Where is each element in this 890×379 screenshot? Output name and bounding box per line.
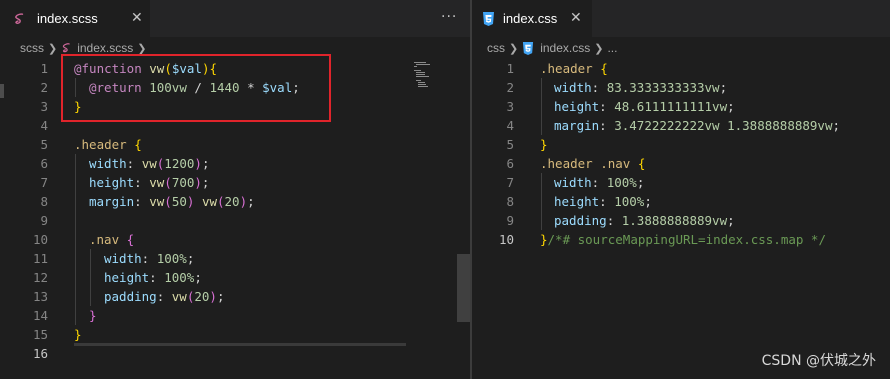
tab-bar: index.scss ✕ ···	[0, 0, 470, 37]
chevron-right-icon: ❯	[48, 42, 58, 55]
breadcrumb-folder[interactable]: css	[487, 41, 505, 55]
code-line: 11 width: 100%;	[32, 251, 195, 266]
css3-icon	[482, 11, 495, 26]
chevron-right-icon: ❯	[137, 42, 147, 55]
code-line: 4 margin: 3.4722222222vw 1.3888888889vw;	[506, 118, 840, 133]
code-line: 7 width: 100%;	[506, 175, 645, 190]
more-actions-icon[interactable]: ···	[441, 9, 457, 25]
code-line: 7 height: vw(700);	[40, 175, 210, 190]
code-line: 10}/*# sourceMappingURL=index.css.map */	[498, 232, 826, 247]
close-icon[interactable]: ✕	[131, 10, 143, 26]
tab-bar: index.css ✕	[472, 0, 890, 37]
tab-index-css[interactable]: index.css ✕	[472, 0, 592, 37]
code-line: 2 width: 83.3333333333vw;	[506, 80, 728, 95]
code-line: 16	[32, 346, 48, 361]
code-line: 9 padding: 1.3888888889vw;	[506, 213, 735, 228]
code-line: 3 height: 48.6111111111vw;	[506, 99, 735, 114]
css3-icon	[522, 41, 534, 55]
code-line: 12 height: 100%;	[32, 270, 202, 285]
chevron-right-icon: ❯	[594, 42, 604, 55]
code-line: 8 margin: vw(50) vw(20);	[40, 194, 255, 209]
sass-icon	[61, 42, 73, 54]
breadcrumb-file[interactable]: index.scss	[77, 41, 133, 55]
code-line: 9	[40, 213, 48, 228]
vertical-scrollbar[interactable]	[877, 59, 890, 379]
minimap[interactable]	[414, 62, 430, 92]
close-icon[interactable]: ✕	[570, 10, 582, 26]
code-line: 13 padding: vw(20);	[32, 289, 225, 304]
sass-icon	[13, 11, 27, 25]
code-line: 10 .nav {	[32, 232, 135, 247]
code-line: 6 width: vw(1200);	[40, 156, 210, 171]
tab-label: index.css	[503, 11, 558, 26]
highlight-box	[61, 54, 331, 122]
horizontal-scrollbar[interactable]	[74, 343, 406, 346]
code-line: 15}	[32, 327, 82, 342]
code-line: 1 .header {	[506, 61, 608, 76]
breadcrumb-folder[interactable]: scss	[20, 41, 44, 55]
chevron-right-icon: ❯	[509, 42, 519, 55]
code-line: 8 height: 100%;	[506, 194, 652, 209]
code-line: 5 .header {	[40, 137, 142, 152]
code-line: 6 .header .nav {	[506, 156, 646, 171]
code-line: 5}	[506, 137, 548, 152]
code-line: 14}	[32, 308, 97, 323]
breadcrumb: css ❯ index.css ❯ ...	[472, 37, 890, 59]
vertical-scrollbar[interactable]	[457, 59, 470, 379]
breadcrumb-file[interactable]: index.css	[540, 41, 590, 55]
scss-editor-pane[interactable]: index.scss ✕ ··· scss ❯ index.scss ❯ 1 @f…	[0, 0, 470, 379]
tab-label: index.scss	[37, 11, 98, 26]
watermark-text: CSDN @伏城之外	[761, 353, 876, 369]
scrollbar-thumb[interactable]	[457, 254, 470, 322]
breadcrumb-symbol[interactable]: ...	[607, 41, 617, 55]
css-editor-pane[interactable]: index.css ✕ css ❯ index.css ❯ ... 1 .head…	[472, 0, 890, 379]
tab-index-scss[interactable]: index.scss ✕	[0, 0, 150, 37]
